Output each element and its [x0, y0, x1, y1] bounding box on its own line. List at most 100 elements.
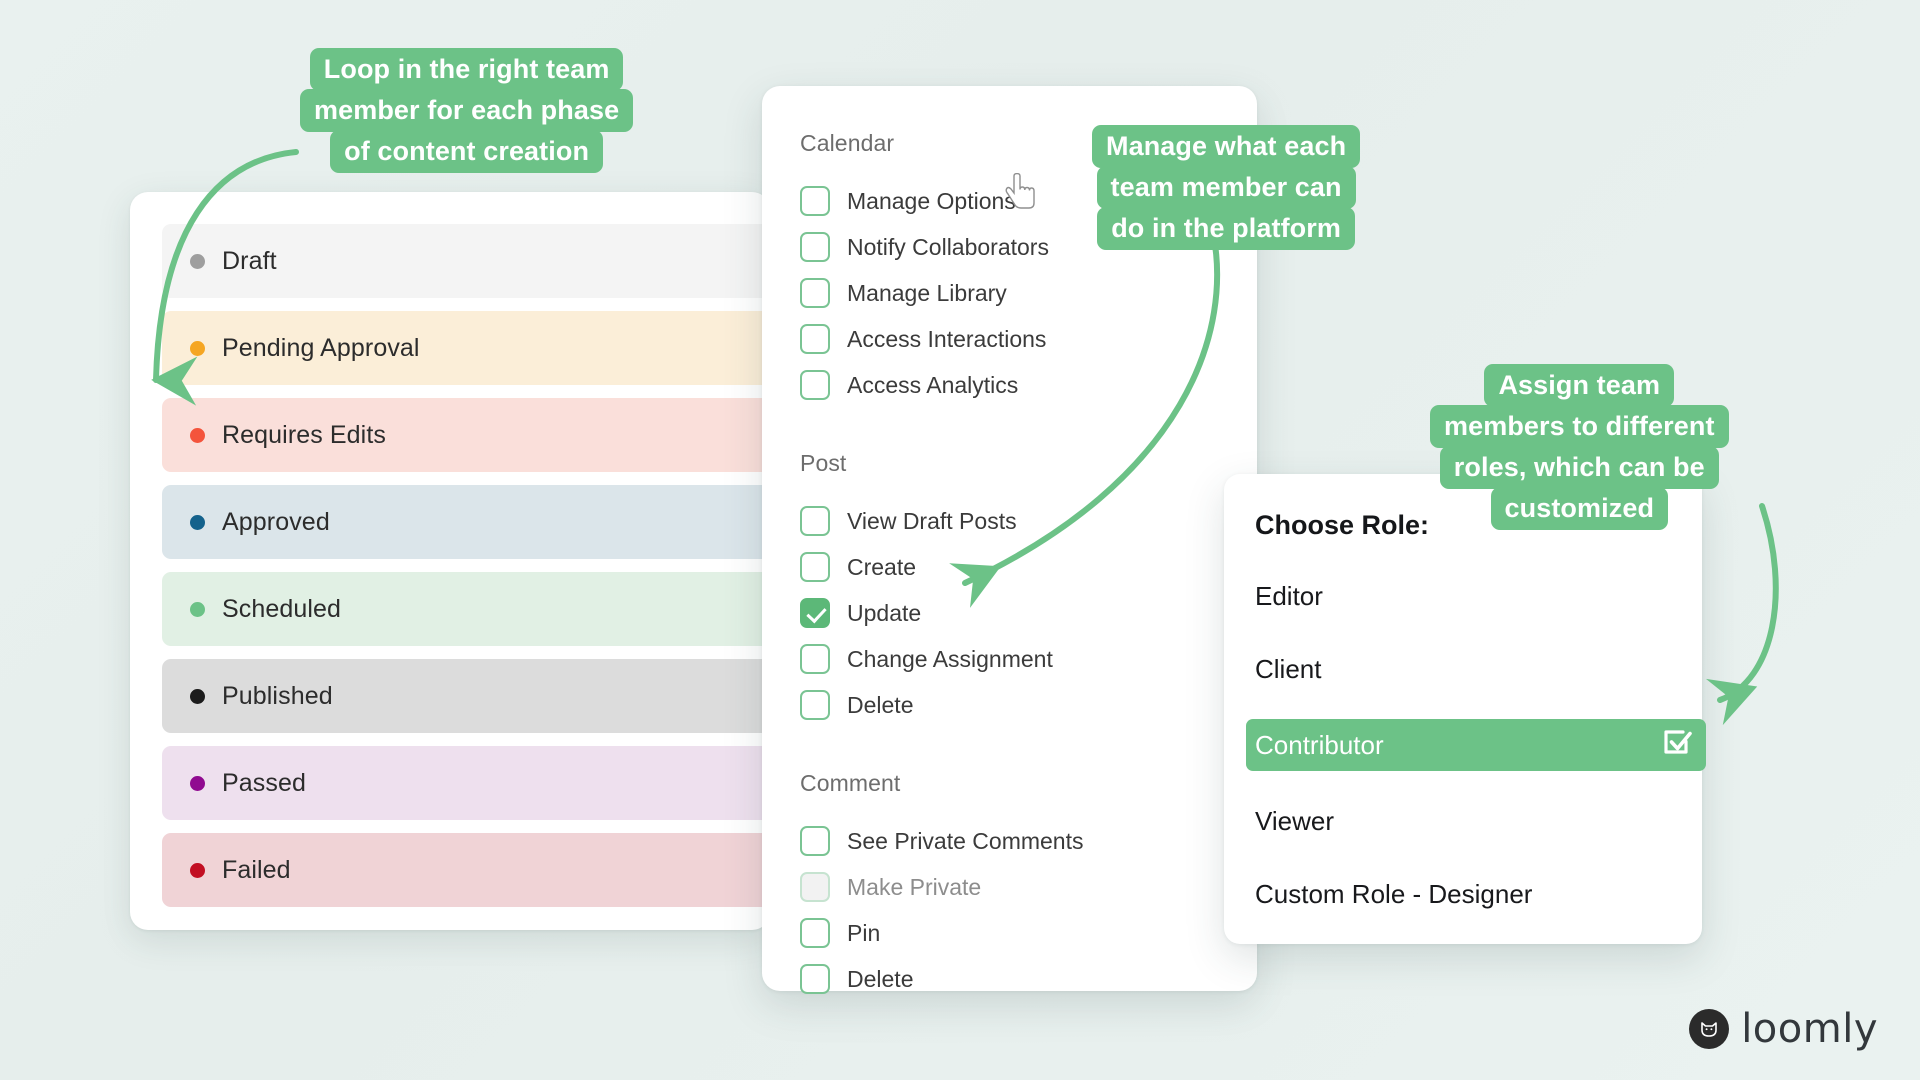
permission-label: Update: [847, 599, 922, 626]
permission-item[interactable]: Delete: [800, 956, 1257, 1002]
callout-line: team member can: [1096, 166, 1356, 209]
checkbox-icon[interactable]: [800, 552, 830, 582]
role-label: Client: [1255, 653, 1322, 684]
status-label: Published: [222, 681, 333, 710]
status-label: Failed: [222, 855, 291, 884]
callout-line: members to different: [1430, 405, 1729, 448]
checkbox-icon: [800, 872, 830, 902]
pointer-hand-cursor-icon: [1005, 172, 1039, 216]
permission-label: Create: [847, 553, 917, 580]
status-row[interactable]: Draft: [162, 224, 770, 298]
permission-label: Delete: [847, 965, 914, 992]
permission-label: Manage Library: [847, 279, 1007, 306]
checkbox-icon[interactable]: [800, 506, 830, 536]
callout-line: Loop in the right team: [309, 48, 624, 91]
checkbox-icon[interactable]: [800, 324, 830, 354]
permission-item[interactable]: See Private Comments: [800, 818, 1257, 864]
checkbox-icon[interactable]: [800, 278, 830, 308]
status-row[interactable]: Requires Edits: [162, 398, 770, 472]
status-label: Scheduled: [222, 594, 342, 623]
checkbox-icon[interactable]: [800, 186, 830, 216]
permission-label: See Private Comments: [847, 827, 1084, 854]
callout-permissions: Manage what each team member can do in the…: [1092, 125, 1361, 250]
permission-item[interactable]: Change Assignment: [800, 636, 1257, 682]
permission-item[interactable]: Delete: [800, 682, 1257, 728]
permission-label: View Draft Posts: [847, 507, 1017, 534]
status-row[interactable]: Failed: [162, 833, 770, 907]
callout-line: of content creation: [330, 130, 604, 173]
status-label: Passed: [222, 768, 306, 797]
permission-item[interactable]: Create: [800, 544, 1257, 590]
status-list: Draft Pending Approval Requires Edits Appro…: [130, 224, 770, 907]
callout-line: Manage what each: [1092, 125, 1361, 168]
callout-line: Assign team: [1484, 364, 1675, 407]
status-dot-icon: [190, 775, 205, 791]
role-label: Viewer: [1255, 805, 1335, 836]
callout-line: customized: [1490, 487, 1669, 530]
permission-item[interactable]: Manage Library: [800, 270, 1257, 316]
status-dot-icon: [190, 862, 205, 878]
permission-group-title: Post: [800, 450, 847, 476]
permission-item[interactable]: View Draft Posts: [800, 498, 1257, 544]
role-list-item[interactable]: Contributor: [1246, 719, 1706, 771]
permission-item[interactable]: Access Analytics: [800, 362, 1257, 408]
checkbox-check-icon: [1659, 725, 1693, 766]
role-label: Custom Role - Designer: [1255, 878, 1533, 909]
checkbox-icon[interactable]: [800, 918, 830, 948]
status-dot-icon: [190, 340, 205, 356]
status-row[interactable]: Published: [162, 659, 770, 733]
permission-label: Manage Options: [847, 187, 1016, 214]
permission-group: Comment See Private Comments Make Private P…: [800, 770, 1257, 1002]
permission-item[interactable]: Pin: [800, 910, 1257, 956]
loomly-cat-icon: [1689, 1009, 1730, 1049]
callout-workflow: Loop in the right team member for each ph…: [300, 48, 634, 173]
role-list-item[interactable]: Client: [1255, 646, 1678, 692]
status-row[interactable]: Passed: [162, 746, 770, 820]
callout-roles: Assign team members to different roles, wh…: [1430, 364, 1729, 530]
role-label: Contributor: [1255, 729, 1384, 760]
status-label: Pending Approval: [222, 333, 420, 362]
status-label: Approved: [222, 507, 330, 536]
permission-group-title: Comment: [800, 770, 901, 796]
callout-line: roles, which can be: [1439, 446, 1719, 489]
checkbox-icon[interactable]: [800, 644, 830, 674]
role-list-item[interactable]: Viewer: [1255, 798, 1678, 844]
checkbox-icon[interactable]: [800, 370, 830, 400]
permission-label: Make Private: [847, 873, 982, 900]
permission-label: Pin: [847, 919, 881, 946]
status-dot-icon: [190, 514, 205, 530]
permission-item[interactable]: Make Private: [800, 864, 1257, 910]
role-list-item[interactable]: Custom Role - Designer: [1255, 871, 1678, 917]
checkbox-icon[interactable]: [800, 232, 830, 262]
status-row[interactable]: Approved: [162, 485, 770, 559]
status-dot-icon: [190, 427, 205, 443]
choose-role-card: Choose Role: Editor Client Contributor View…: [1224, 474, 1706, 944]
permission-groups: Calendar Manage Options Notify Collaborato…: [800, 130, 1257, 1002]
status-dot-icon: [190, 253, 205, 269]
permission-group: Post View Draft Posts Create Update Change A…: [800, 450, 1257, 728]
loomly-logo: loomly: [1689, 1006, 1878, 1052]
loomly-wordmark: loomly: [1741, 1006, 1878, 1052]
permission-label: Access Interactions: [847, 325, 1047, 352]
status-row[interactable]: Pending Approval: [162, 311, 770, 385]
status-dot-icon: [190, 601, 205, 617]
checkbox-icon[interactable]: [800, 826, 830, 856]
permission-label: Access Analytics: [847, 371, 1019, 398]
status-label: Requires Edits: [222, 420, 386, 449]
role-list-item[interactable]: Editor: [1255, 573, 1678, 619]
checkbox-icon[interactable]: [800, 598, 830, 628]
permission-label: Notify Collaborators: [847, 233, 1049, 260]
role-label: Editor: [1255, 580, 1323, 611]
checkbox-icon[interactable]: [800, 964, 830, 994]
permission-item[interactable]: Update: [800, 590, 1257, 636]
callout-line: member for each phase: [300, 89, 634, 132]
permission-item[interactable]: Access Interactions: [800, 316, 1257, 362]
role-list: Editor Client Contributor Viewer Custom Role…: [1246, 573, 1706, 917]
callout-line: do in the platform: [1097, 207, 1355, 250]
status-dot-icon: [190, 688, 205, 704]
status-row[interactable]: Scheduled: [162, 572, 770, 646]
post-status-workflow-card: Draft Pending Approval Requires Edits Appro…: [130, 192, 770, 930]
permission-label: Change Assignment: [847, 645, 1053, 672]
status-label: Draft: [222, 246, 277, 275]
checkbox-icon[interactable]: [800, 690, 830, 720]
